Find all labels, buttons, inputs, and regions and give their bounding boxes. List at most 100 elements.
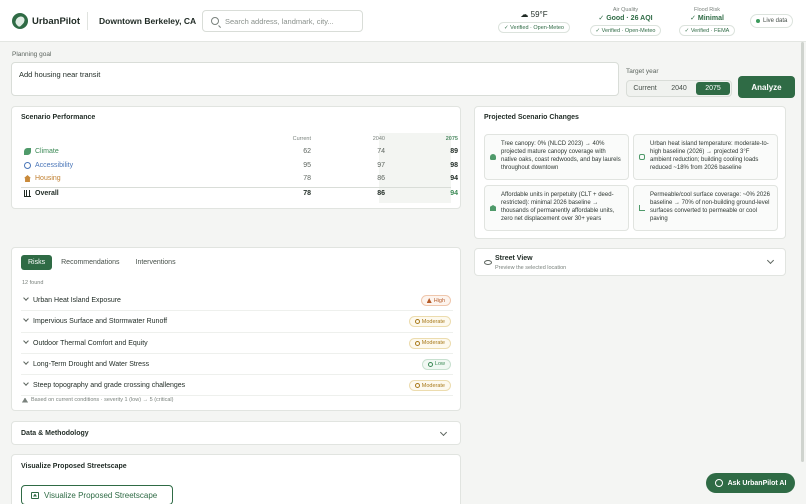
target-year-label: Target year [626, 68, 659, 75]
tree-icon [490, 154, 496, 160]
flood-risk-stat: Flood Risk ✓ Minimal ✓ Verified · FEMA [676, 7, 738, 36]
street-view-title: Street View [495, 255, 533, 262]
list-item[interactable]: Urban Heat Island Exposure High [21, 290, 453, 312]
tab-risks[interactable]: Risks [21, 255, 53, 270]
leaf-icon [24, 148, 31, 155]
cell-2075: 94 [450, 175, 458, 182]
house-icon [24, 175, 31, 182]
table-row-housing: Housing 78 86 94 [21, 173, 458, 187]
cell-2075: 94 [450, 189, 458, 197]
image-icon [31, 491, 39, 499]
search-box[interactable] [202, 10, 363, 32]
cell-current: 95 [303, 161, 311, 169]
planning-goal-input[interactable]: Add housing near transit [11, 62, 619, 96]
data-methodology-title: Data & Methodology [21, 430, 89, 437]
live-data-badge: Live data [750, 14, 794, 28]
table-row-climate: Climate 62 74 89 [21, 146, 458, 160]
flood-risk-value: ✓ Minimal [690, 15, 724, 22]
top-header: UrbanPilot Downtown Berkeley, CA ☁ 59°F … [0, 0, 806, 42]
row-label: Climate [35, 148, 59, 155]
projected-item: Affordable units in perpetuity (CLT + de… [484, 185, 629, 231]
target-year-selector: Current 2040 2075 [626, 80, 732, 97]
air-quality-value: ✓ Good · 26 AQI [598, 15, 653, 22]
row-label: Accessibility [35, 161, 74, 169]
table-row-accessibility: Accessibility 95 97 98 [21, 160, 458, 174]
warning-icon [22, 397, 28, 403]
risk-list: Urban Heat Island Exposure High Impervio… [21, 290, 453, 397]
chevron-down-icon [23, 380, 29, 387]
visualize-title: Visualize Proposed Streetscape [21, 463, 127, 470]
air-quality-stat: Air Quality ✓ Good · 26 AQI ✓ Verified ·… [586, 7, 665, 36]
tab-recommendations[interactable]: Recommendations [54, 255, 126, 270]
scenario-performance-card: Scenario Performance Current 2040 2075 C… [11, 106, 461, 209]
building-icon [490, 205, 496, 211]
list-item[interactable]: Long-Term Drought and Water Stress Low [21, 354, 453, 376]
logo-leaf-icon [12, 13, 28, 29]
row-label: Overall [35, 189, 59, 197]
app-logo[interactable]: UrbanPilot [12, 13, 80, 29]
severity-note: Based on current conditions · severity 1… [22, 397, 173, 403]
clock-icon [414, 340, 420, 346]
risk-name: Impervious Surface and Stormwater Runoff [33, 318, 168, 326]
list-item[interactable]: Outdoor Thermal Comfort and Equity Moder… [21, 333, 453, 354]
location-title: Downtown Berkeley, CA [99, 16, 197, 26]
visualize-streetscape-button[interactable]: Visualize Proposed Streetscape [21, 485, 173, 504]
projected-item: Tree canopy: 0% (NLCD 2023) → 40% projec… [484, 134, 629, 180]
street-view-card[interactable]: Street View Preview the selected locatio… [474, 248, 786, 276]
cell-current: 78 [303, 175, 311, 182]
col-current-header: Current [292, 136, 311, 142]
cell-2075: 89 [450, 148, 458, 155]
projected-item: Permeable/cool surface coverage: ~0% 202… [633, 185, 778, 231]
trend-icon [639, 205, 645, 211]
chevron-down-icon[interactable] [439, 428, 448, 437]
weather-source-chip: ✓ Verified · Open-Meteo [498, 22, 570, 33]
weather-stat: ☁ 59°F ✓ Verified · Open-Meteo [496, 9, 572, 33]
col-2040-header: 2040 [372, 136, 385, 142]
col-2075-header: 2075 [445, 136, 458, 142]
chevron-down-icon [23, 359, 29, 365]
air-quality-label: Air Quality [612, 7, 639, 13]
search-input[interactable] [225, 16, 355, 26]
accessibility-icon [24, 161, 31, 169]
analyze-button[interactable]: Analyze [738, 76, 795, 98]
clock-icon [414, 383, 420, 389]
projected-changes-card: Projected Scenario Changes Tree canopy: … [474, 106, 786, 239]
chevron-down-icon [23, 295, 29, 301]
chevron-down-icon[interactable] [766, 256, 775, 265]
visualize-card: Visualize Proposed Streetscape Visualize… [11, 454, 461, 504]
air-quality-source-chip: ✓ Verified · Open-Meteo [589, 25, 662, 36]
chevron-down-icon [23, 337, 29, 344]
bar-chart-icon [24, 189, 31, 197]
chevron-down-icon [23, 316, 29, 323]
app-name: UrbanPilot [32, 15, 81, 27]
year-current-button[interactable]: Current [628, 82, 662, 95]
projected-changes-title: Projected Scenario Changes [484, 114, 579, 121]
risks-count: 12 found [22, 280, 44, 286]
ask-ai-button[interactable]: Ask UrbanPilot AI [706, 473, 795, 493]
page-scrollbar[interactable] [801, 42, 804, 462]
risk-name: Urban Heat Island Exposure [33, 297, 121, 304]
year-2040-button[interactable]: 2040 [662, 82, 696, 95]
year-2075-button[interactable]: 2075 [696, 82, 730, 95]
cell-2040: 74 [377, 148, 385, 155]
clock-icon [414, 319, 420, 325]
weather-value: ☁ 59°F [520, 10, 548, 19]
eye-icon [484, 260, 492, 265]
risk-name: Steep topography and grade crossing chal… [33, 382, 186, 390]
live-dot-icon [756, 19, 760, 23]
header-divider [87, 12, 88, 30]
cell-2040: 86 [377, 175, 385, 182]
table-header-row: Current 2040 2075 [21, 136, 458, 146]
list-item[interactable]: Steep topography and grade crossing chal… [21, 375, 453, 397]
severity-badge: Low [421, 358, 451, 370]
scenario-performance-title: Scenario Performance [21, 114, 96, 121]
street-view-subtitle: Preview the selected location [495, 265, 567, 271]
row-label: Housing [35, 175, 61, 182]
cell-2075: 98 [450, 161, 458, 169]
tab-interventions[interactable]: Interventions [129, 255, 183, 270]
severity-badge: High [420, 295, 451, 306]
list-item[interactable]: Impervious Surface and Stormwater Runoff… [21, 311, 453, 333]
data-methodology-card[interactable]: Data & Methodology [11, 421, 461, 445]
flood-risk-label: Flood Risk [694, 7, 720, 13]
cell-2040: 86 [377, 189, 385, 197]
